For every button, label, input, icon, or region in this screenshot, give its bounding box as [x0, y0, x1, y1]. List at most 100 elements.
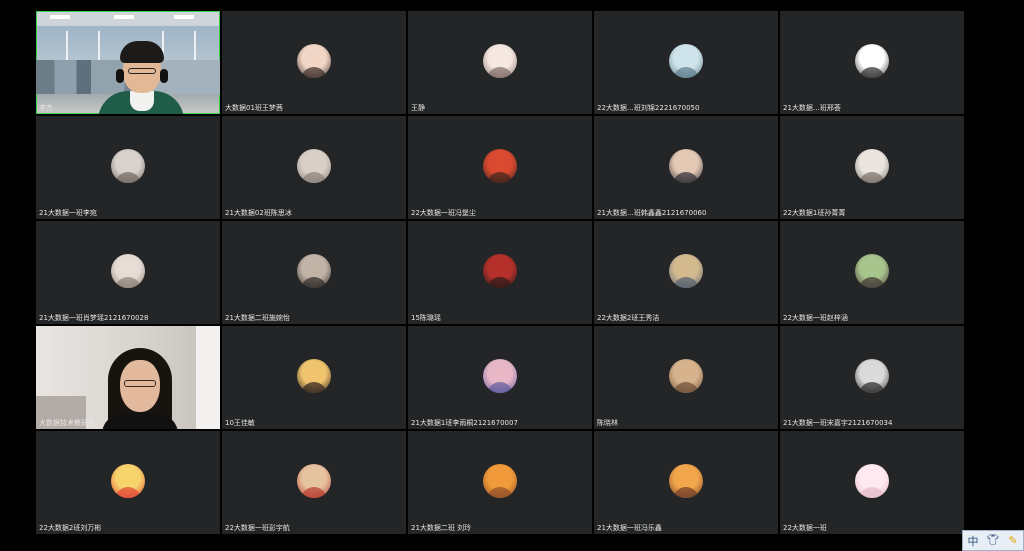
participant-name: 21大数据1班李雨桐2121670007: [411, 419, 518, 427]
participant-tile[interactable]: 22大数据2班刘万彬: [36, 431, 220, 534]
participant-tile[interactable]: 21大数据…班韩鑫鑫2121670060: [594, 116, 778, 219]
glasses: [124, 380, 156, 387]
participant-tile[interactable]: 22大数据一班赵梓涵: [780, 221, 964, 324]
pen-icon[interactable]: ✎: [1003, 531, 1023, 550]
participant-tile[interactable]: 大数据01班王梦茜: [222, 11, 406, 114]
avatar-body: [673, 67, 699, 78]
avatar-body: [301, 277, 327, 288]
participant-name: 李杰: [39, 104, 53, 112]
participant-name: 15陈璐瑶: [411, 314, 441, 322]
participant-tile[interactable]: 10王佳敏: [222, 326, 406, 429]
participant-gallery: 李杰 大数据01班王梦茜 王静 22大数据…班刘锦2221670050 21大数据…班邢…: [36, 11, 967, 536]
participant-name: 21大数据二班 刘玲: [411, 524, 472, 532]
participant-tile[interactable]: 22大数据…班刘锦2221670050: [594, 11, 778, 114]
avatar-face: [492, 51, 508, 67]
participant-tile[interactable]: 21大数据一班肖梦瑶2121670028: [36, 221, 220, 324]
participant-name: 22大数据一班赵梓涵: [783, 314, 848, 322]
participant-tile[interactable]: 陈晓林: [594, 326, 778, 429]
avatar-body: [859, 487, 885, 498]
participant-tile[interactable]: 22大数据一班: [780, 431, 964, 534]
participant-name: 21大数据…班邢荟: [783, 104, 841, 112]
participant-name: 大数据技术教研室: [39, 419, 95, 427]
avatar-face: [306, 471, 322, 487]
avatar-body: [859, 277, 885, 288]
participant-tile[interactable]: 21大数据二班施婉怡: [222, 221, 406, 324]
shirt-icon[interactable]: 👕︎: [983, 531, 1003, 550]
participant-tile[interactable]: 21大数据1班李雨桐2121670007: [408, 326, 592, 429]
avatar-body: [487, 172, 513, 183]
avatar-body: [115, 172, 141, 183]
avatar-face: [306, 156, 322, 172]
avatar-face: [678, 366, 694, 382]
avatar-face: [492, 156, 508, 172]
participant-tile[interactable]: 21大数据一班李宛: [36, 116, 220, 219]
participant-video-tile[interactable]: 大数据技术教研室: [36, 326, 220, 429]
avatar: [111, 464, 145, 498]
participant-name: 22大数据1班孙菁菁: [783, 209, 846, 217]
avatar: [669, 149, 703, 183]
glasses: [128, 68, 156, 74]
participant-name: 21大数据一班冯乐鑫: [597, 524, 662, 532]
avatar: [483, 254, 517, 288]
ceiling-light: [174, 15, 194, 19]
participant-tile[interactable]: 22大数据一班冯堡尘: [408, 116, 592, 219]
avatar: [297, 44, 331, 78]
meeting-window: 李杰 大数据01班王梦茜 王静 22大数据…班刘锦2221670050 21大数据…班邢…: [0, 0, 1024, 551]
person-collar: [130, 91, 154, 111]
avatar-body: [301, 382, 327, 393]
avatar-body: [487, 67, 513, 78]
participant-tile[interactable]: 22大数据2班王秀洁: [594, 221, 778, 324]
avatar-body: [859, 172, 885, 183]
ime-mode-button[interactable]: 中: [963, 531, 983, 550]
avatar: [483, 464, 517, 498]
avatar-body: [487, 277, 513, 288]
avatar-face: [120, 471, 136, 487]
avatar-body: [301, 172, 327, 183]
avatar: [669, 359, 703, 393]
avatar-body: [487, 382, 513, 393]
participant-name: 21大数据一班肖梦瑶2121670028: [39, 314, 149, 322]
participant-name: 王静: [411, 104, 425, 112]
avatar-body: [487, 487, 513, 498]
avatar: [483, 44, 517, 78]
avatar: [483, 149, 517, 183]
participant-name: 22大数据2班王秀洁: [597, 314, 660, 322]
room-door: [196, 326, 220, 429]
avatar-face: [864, 51, 880, 67]
participant-tile[interactable]: 王静: [408, 11, 592, 114]
participant-name: 22大数据…班刘锦2221670050: [597, 104, 700, 112]
avatar-face: [678, 51, 694, 67]
avatar-face: [492, 261, 508, 277]
avatar: [297, 464, 331, 498]
avatar-body: [301, 487, 327, 498]
avatar-body: [673, 172, 699, 183]
participant-name: 21大数据二班施婉怡: [225, 314, 290, 322]
avatar: [483, 359, 517, 393]
avatar: [669, 464, 703, 498]
avatar-face: [120, 261, 136, 277]
participant-name: 大数据01班王梦茜: [225, 104, 283, 112]
person-hair: [120, 41, 164, 63]
avatar: [855, 149, 889, 183]
avatar-face: [678, 261, 694, 277]
ime-toolbar[interactable]: 中 👕︎ ✎: [962, 530, 1024, 551]
avatar-body: [673, 382, 699, 393]
avatar: [855, 254, 889, 288]
avatar-face: [120, 156, 136, 172]
participant-tile[interactable]: 21大数据一班宋嘉宇2121670034: [780, 326, 964, 429]
participant-name: 22大数据一班冯堡尘: [411, 209, 476, 217]
participant-tile[interactable]: 15陈璐瑶: [408, 221, 592, 324]
avatar: [669, 254, 703, 288]
avatar: [297, 359, 331, 393]
participant-tile[interactable]: 21大数据二班 刘玲: [408, 431, 592, 534]
participant-tile[interactable]: 22大数据一班彭宇航: [222, 431, 406, 534]
participant-tile[interactable]: 21大数据…班邢荟: [780, 11, 964, 114]
participant-tile[interactable]: 21大数据一班冯乐鑫: [594, 431, 778, 534]
participant-video-tile[interactable]: 李杰: [36, 11, 220, 114]
avatar-face: [306, 51, 322, 67]
participant-tile[interactable]: 21大数据02班陈思冰: [222, 116, 406, 219]
participant-name: 21大数据一班宋嘉宇2121670034: [783, 419, 893, 427]
participant-tile[interactable]: 22大数据1班孙菁菁: [780, 116, 964, 219]
ceiling-light: [114, 15, 134, 19]
avatar: [297, 254, 331, 288]
